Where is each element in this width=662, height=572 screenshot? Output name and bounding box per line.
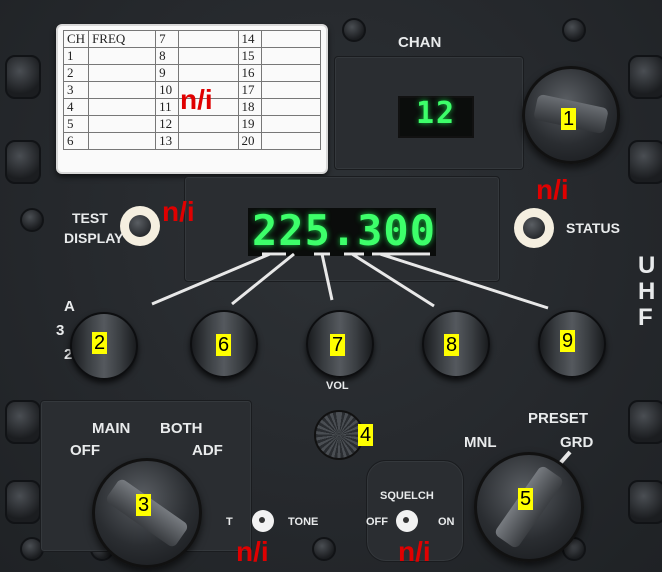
screw [5, 480, 41, 524]
card-cell [260, 64, 322, 82]
card-cell: 18 [237, 98, 262, 116]
screw [628, 400, 662, 444]
preset-label: PRESET [528, 410, 589, 427]
function-label-adf: ADF [192, 442, 223, 459]
card-cell: 20 [237, 132, 262, 150]
not-implemented-label: n/i [398, 536, 431, 567]
screw [342, 18, 366, 42]
card-cell [260, 98, 322, 116]
not-implemented-label: n/i [180, 84, 213, 115]
card-cell [260, 81, 322, 99]
tone-switch[interactable] [252, 510, 274, 532]
card-cell [88, 81, 157, 99]
screw [628, 140, 662, 184]
status-label: STATUS [566, 220, 620, 236]
callout-badge-3: 3 [136, 494, 152, 516]
card-cell [178, 30, 239, 48]
screw [5, 55, 41, 99]
screw [20, 208, 44, 232]
mode-label-3: 3 [56, 322, 65, 339]
mode-label-a: A [64, 298, 75, 315]
card-cell [88, 132, 157, 150]
chan-label: CHAN [398, 34, 442, 51]
callout-badge-5: 5 [518, 488, 534, 510]
tone-t-label: T [226, 516, 233, 528]
header-ch: CH [62, 30, 90, 48]
callout-badge-1: 1 [561, 108, 577, 130]
card-cell [88, 115, 157, 133]
card-cell [178, 115, 239, 133]
callout-badge-8: 8 [444, 334, 460, 356]
card-cell [88, 98, 157, 116]
volume-knob[interactable] [314, 410, 364, 460]
card-cell: 1 [62, 47, 90, 65]
screw [562, 18, 586, 42]
test-display-label-line1: TEST [72, 210, 108, 226]
screw [5, 400, 41, 444]
card-cell: 7 [155, 30, 180, 48]
squelch-on-label: ON [438, 516, 455, 528]
status-lamp [514, 208, 554, 248]
card-cell: 11 [155, 98, 180, 116]
function-label-off: OFF [70, 442, 100, 459]
card-cell: 8 [155, 47, 180, 65]
card-cell [260, 30, 322, 48]
card-cell: 2 [62, 64, 90, 82]
frequency-display-value: 225.300 [252, 206, 437, 255]
card-cell [88, 64, 157, 82]
screw [312, 537, 336, 561]
card-cell: 4 [62, 98, 90, 116]
side-letter-u: U [638, 252, 656, 279]
chan-display-value: 12 [416, 96, 457, 131]
callout-badge-4: 4 [358, 424, 374, 446]
not-implemented-label: n/i [236, 536, 269, 567]
uhf-radio-panel: CH FREQ 7 14 1 8 15 2 9 16 3 10 17 4 11 … [0, 0, 662, 572]
card-cell: 6 [62, 132, 90, 150]
card-cell: 3 [62, 81, 90, 99]
card-cell: 12 [155, 115, 180, 133]
test-display-button[interactable] [120, 206, 160, 246]
callout-badge-2: 2 [92, 332, 108, 354]
side-letter-h: H [638, 278, 656, 305]
preset-mnl-label: MNL [464, 434, 497, 451]
card-cell [88, 47, 157, 65]
callout-badge-9: 9 [560, 330, 576, 352]
squelch-switch[interactable] [396, 510, 418, 532]
screw [628, 480, 662, 524]
function-label-both: BOTH [160, 420, 203, 437]
card-cell: 15 [237, 47, 262, 65]
not-implemented-label: n/i [536, 174, 569, 205]
card-cell: 14 [237, 30, 262, 48]
volume-label: VOL [326, 380, 349, 392]
card-cell [178, 132, 239, 150]
not-implemented-label: n/i [162, 196, 195, 227]
card-cell [260, 47, 322, 65]
side-letter-f: F [638, 304, 653, 331]
card-cell: 19 [237, 115, 262, 133]
squelch-off-label: OFF [366, 516, 388, 528]
card-cell: 10 [155, 81, 180, 99]
card-cell: 17 [237, 81, 262, 99]
preset-grd-label: GRD [560, 434, 594, 451]
card-cell: 9 [155, 64, 180, 82]
header-freq: FREQ [88, 30, 157, 48]
function-label-main: MAIN [92, 420, 131, 437]
card-cell [260, 115, 322, 133]
card-cell [260, 132, 322, 150]
callout-badge-7: 7 [330, 334, 346, 356]
callout-badge-6: 6 [216, 334, 232, 356]
screw [628, 55, 662, 99]
test-display-label-line2: DISPLAY [64, 230, 124, 246]
card-cell [178, 64, 239, 82]
tone-label: TONE [288, 516, 319, 528]
card-cell: 5 [62, 115, 90, 133]
card-cell: 16 [237, 64, 262, 82]
card-cell [178, 47, 239, 65]
screw [5, 140, 41, 184]
squelch-label: SQUELCH [380, 490, 434, 502]
card-cell: 13 [155, 132, 180, 150]
